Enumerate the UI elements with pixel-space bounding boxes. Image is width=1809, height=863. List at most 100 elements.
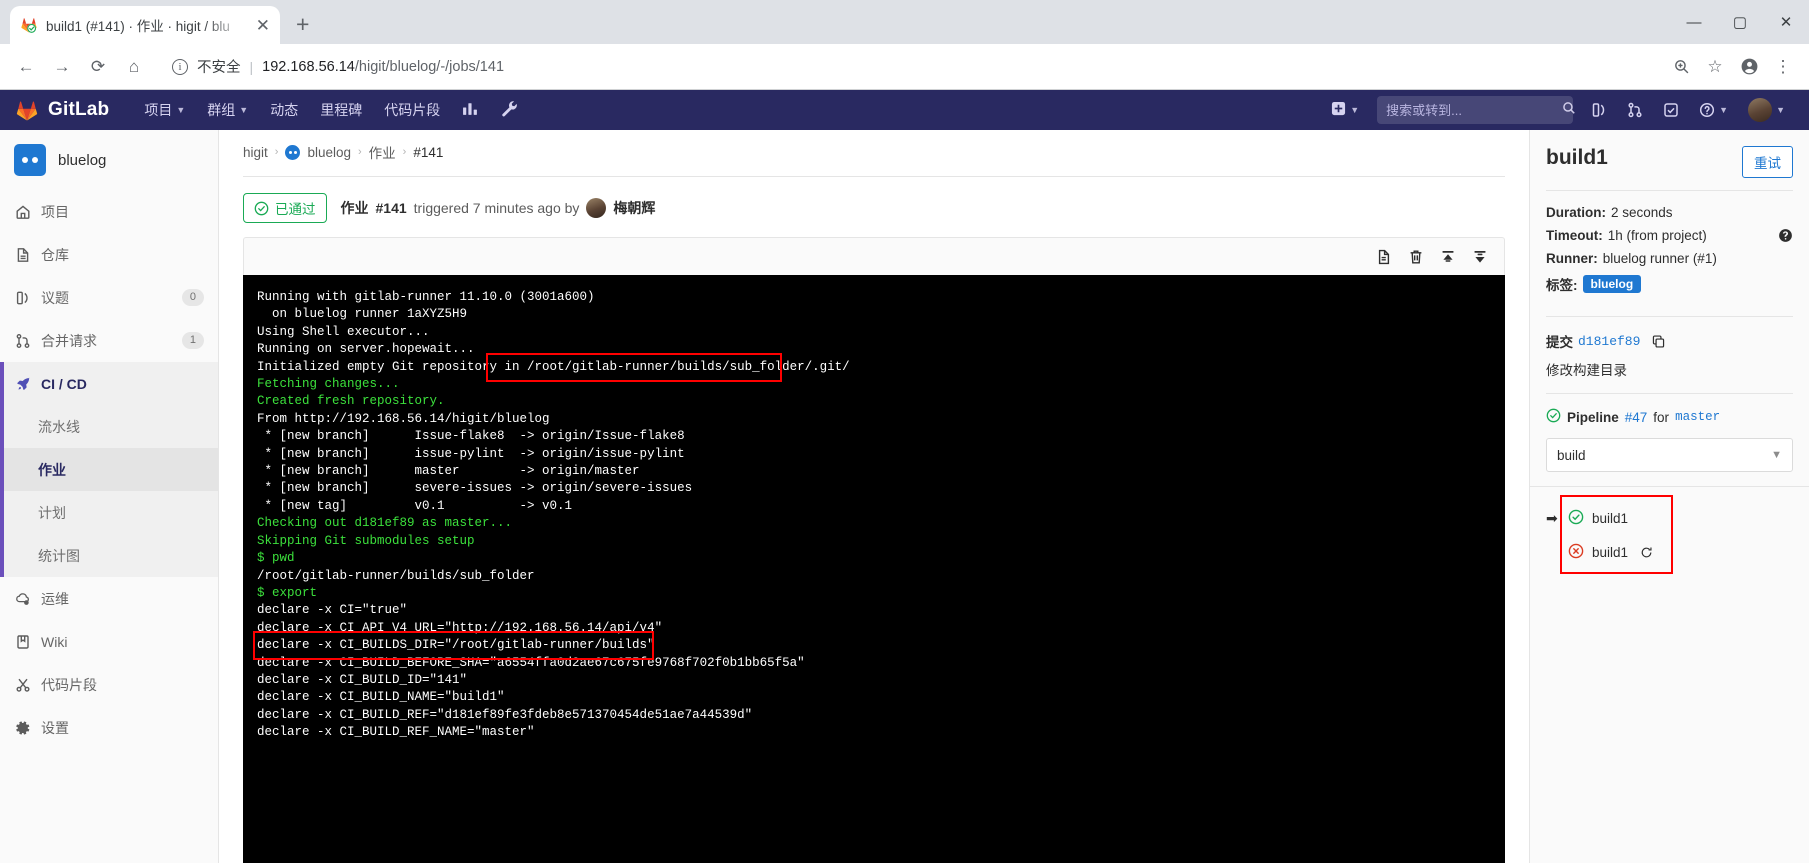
forward-icon[interactable]: → bbox=[46, 51, 78, 83]
tag-badge[interactable]: bluelog bbox=[1582, 275, 1642, 293]
log-line: Created fresh repository. bbox=[257, 394, 445, 409]
breadcrumb-separator: › bbox=[357, 146, 362, 158]
log-line: * [new branch] issue-pylint -> origin/is… bbox=[257, 446, 685, 461]
breadcrumb-project[interactable]: bluelog bbox=[307, 145, 351, 160]
reload-icon[interactable]: ⟳ bbox=[82, 51, 114, 83]
search-icon[interactable] bbox=[1562, 101, 1576, 120]
nav-item-projects[interactable]: 项目 ▼ bbox=[133, 90, 196, 130]
user-menu-button[interactable]: ▼ bbox=[1738, 90, 1795, 130]
log-line: /root/gitlab-runner/builds/sub_folder bbox=[257, 568, 535, 583]
commit-row: 提交 d181ef89 bbox=[1546, 331, 1793, 351]
scroll-to-bottom-icon[interactable] bbox=[1466, 243, 1494, 271]
avatar[interactable] bbox=[586, 198, 607, 218]
nav-item-activity[interactable]: 动态 bbox=[259, 90, 309, 130]
nav-item-admin[interactable] bbox=[490, 90, 529, 130]
job-log-output[interactable]: Running with gitlab-runner 11.10.0 (3001… bbox=[243, 275, 1505, 863]
breadcrumb-section[interactable]: 作业 bbox=[369, 142, 396, 162]
copy-icon[interactable] bbox=[1651, 334, 1666, 349]
rocket-icon bbox=[14, 375, 31, 392]
help-circle-icon[interactable] bbox=[1778, 228, 1793, 243]
nav-item-groups[interactable]: 群组 ▼ bbox=[196, 90, 259, 130]
global-search-box[interactable] bbox=[1377, 96, 1576, 124]
admin-wrench-icon bbox=[501, 100, 518, 120]
commit-message: 修改构建目录 bbox=[1546, 363, 1627, 378]
raw-log-icon[interactable] bbox=[1370, 243, 1398, 271]
status-badge[interactable]: 已通过 bbox=[243, 193, 327, 223]
sidebar-item-issues[interactable]: 议题 0 bbox=[0, 276, 218, 319]
pipeline-ref-link[interactable]: master bbox=[1675, 410, 1720, 424]
job-list-item[interactable]: ➡ build1 bbox=[1546, 501, 1793, 535]
browser-tab[interactable]: build1 (#141) · 作业 · higit / blu ✕ bbox=[10, 6, 280, 44]
log-line: declare -x CI_BUILD_BEFORE_SHA="a6554ffa… bbox=[257, 655, 805, 670]
new-item-button[interactable]: ▼ bbox=[1321, 90, 1369, 130]
retry-icon[interactable] bbox=[1640, 546, 1653, 559]
scroll-to-top-icon[interactable] bbox=[1434, 243, 1462, 271]
sidebar-item-jobs[interactable]: 作业 bbox=[0, 448, 218, 491]
timeout-label: Timeout: bbox=[1546, 228, 1603, 243]
stage-select-value: build bbox=[1557, 447, 1586, 463]
log-line: * [new tag] v0.1 -> v0.1 bbox=[257, 498, 573, 513]
window-maximize-button[interactable]: ▢ bbox=[1717, 0, 1763, 44]
sidebar-item-pipelines[interactable]: 流水线 bbox=[0, 405, 218, 448]
timeout-row: Timeout: 1h (from project) bbox=[1546, 228, 1793, 243]
home-icon[interactable]: ⌂ bbox=[118, 51, 150, 83]
pipeline-label: Pipeline bbox=[1567, 409, 1619, 425]
search-input[interactable] bbox=[1386, 102, 1563, 118]
tab-close-icon[interactable]: ✕ bbox=[256, 17, 270, 34]
gitlab-nav-right: ▼ 搜索或转到... ▼ ▼ bbox=[1321, 90, 1795, 130]
sidebar-item-ci-cd-label: CI / CD bbox=[41, 375, 87, 392]
browser-menu-icon[interactable]: ⋮ bbox=[1767, 51, 1799, 83]
job-log-toolbar bbox=[243, 237, 1505, 275]
sidebar-item-schedules[interactable]: 计划 bbox=[0, 491, 218, 534]
sidebar-item-operations[interactable]: 运维 bbox=[0, 577, 218, 620]
sidebar-item-merge-requests[interactable]: 合并请求 1 bbox=[0, 319, 218, 362]
site-info-icon[interactable]: i bbox=[172, 58, 188, 75]
sidebar-item-snippets[interactable]: 代码片段 bbox=[0, 663, 218, 706]
stage-select[interactable]: build ▼ bbox=[1546, 438, 1793, 472]
erase-log-icon[interactable] bbox=[1402, 243, 1430, 271]
breadcrumb-current: #141 bbox=[413, 144, 444, 160]
address-bar[interactable]: i 不安全 | 192.168.56.14/higit/bluelog/-/jo… bbox=[160, 52, 1655, 82]
bookmark-star-icon[interactable]: ☆ bbox=[1699, 51, 1731, 83]
job-prefix: 作业 bbox=[340, 200, 369, 216]
breadcrumb-group[interactable]: higit bbox=[243, 145, 268, 160]
commit-sha-link[interactable]: d181ef89 bbox=[1578, 334, 1640, 349]
check-circle-icon bbox=[1546, 408, 1561, 426]
sidebar-item-project[interactable]: 项目 bbox=[0, 190, 218, 233]
sidebar-item-charts[interactable]: 统计图 bbox=[0, 534, 218, 577]
log-line: * [new branch] master -> origin/master bbox=[257, 464, 640, 479]
security-label: 不安全 bbox=[197, 60, 241, 76]
back-icon[interactable]: ← bbox=[10, 51, 42, 83]
profile-icon[interactable] bbox=[1733, 51, 1765, 83]
merge-requests-nav-icon[interactable] bbox=[1617, 90, 1653, 130]
window-close-button[interactable]: ✕ bbox=[1763, 0, 1809, 44]
log-line: declare -x CI="true" bbox=[257, 603, 408, 618]
gitlab-home-link[interactable]: GitLab bbox=[14, 98, 109, 122]
log-line: declare -x CI_BUILD_NAME="build1" bbox=[257, 690, 505, 705]
log-line: declare -x CI_BUILD_ID="141" bbox=[257, 672, 468, 687]
log-line: Initialized empty Git repository in /roo… bbox=[257, 359, 850, 374]
nav-item-milestones[interactable]: 里程碑 bbox=[309, 90, 373, 130]
new-tab-button[interactable]: + bbox=[296, 11, 309, 38]
log-line: Running with gitlab-runner 11.10.0 (3001… bbox=[257, 290, 595, 304]
sidebar-item-wiki[interactable]: Wiki bbox=[0, 620, 218, 663]
sidebar-project-name: bluelog bbox=[58, 151, 107, 169]
window-minimize-button[interactable]: — bbox=[1671, 0, 1717, 44]
sidebar-item-ci-cd[interactable]: CI / CD bbox=[0, 362, 218, 405]
operations-cloud-icon bbox=[14, 590, 31, 607]
nav-item-analytics[interactable] bbox=[451, 90, 490, 130]
sidebar-project-header[interactable]: bluelog bbox=[0, 130, 218, 190]
retry-button[interactable]: 重试 bbox=[1742, 146, 1793, 178]
url-host: 192.168.56.14 bbox=[262, 58, 355, 75]
nav-item-snippets[interactable]: 代码片段 bbox=[373, 90, 451, 130]
help-nav-icon[interactable]: ▼ bbox=[1689, 90, 1738, 130]
sidebar-item-repository[interactable]: 仓库 bbox=[0, 233, 218, 276]
job-list-item[interactable]: ➡ build1 bbox=[1546, 535, 1793, 569]
issues-nav-icon[interactable] bbox=[1581, 90, 1617, 130]
todos-nav-icon[interactable] bbox=[1653, 90, 1689, 130]
zoom-icon[interactable] bbox=[1665, 51, 1697, 83]
job-trigger-user[interactable]: 梅朝辉 bbox=[613, 198, 655, 218]
job-meta-section: Duration: 2 seconds Timeout: 1h (from pr… bbox=[1530, 191, 1809, 316]
sidebar-item-settings[interactable]: 设置 bbox=[0, 706, 218, 749]
pipeline-number-link[interactable]: #47 bbox=[1625, 410, 1648, 425]
